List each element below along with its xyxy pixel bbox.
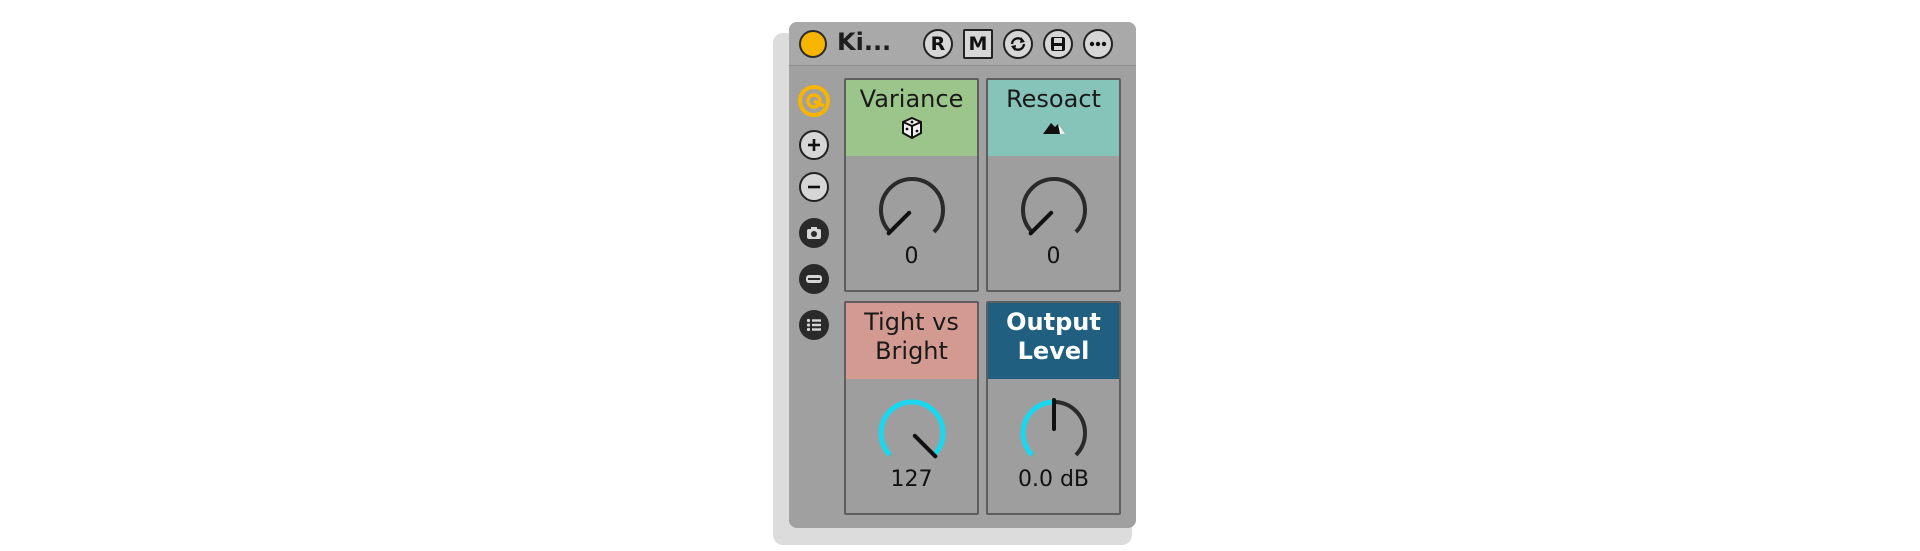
mountain-icon [1042,123,1065,134]
save-button[interactable] [1043,29,1073,59]
macro-knob-output-level[interactable] [1016,395,1092,471]
remove-macro-button[interactable] [799,172,829,202]
add-macro-button[interactable] [799,130,829,160]
dice-icon [901,116,922,140]
macro-panel-variance: Variance 0 [844,78,979,292]
device-power-button[interactable] [799,30,827,58]
macro-value: 127 [890,467,933,492]
macro-panel-output-level: Output Level 0.0 dB [986,301,1121,515]
variations-button[interactable] [799,310,829,340]
macro-label: Variance [859,85,964,113]
macro-value: 0 [904,244,919,269]
macro-header: Output Level [988,303,1119,379]
camera-icon [807,227,821,239]
device-title-bar[interactable]: Ki... R M [789,22,1136,66]
macro-panel-tight-vs-bright: Tight vs Bright 127 [844,301,979,515]
rack-device: Ki... R M Variance 0 Resoact 0 Tight vs … [789,22,1136,528]
plus-icon [808,139,820,151]
knob-track [1021,177,1087,234]
mute-m-button[interactable]: M [963,29,993,59]
macro-header: Variance [846,80,977,156]
refresh-button[interactable] [1003,29,1033,59]
snapshot-button[interactable] [799,218,829,248]
randomize-button[interactable] [799,264,829,294]
knob-value-arc [1020,399,1055,457]
macro-header: Resoact [988,80,1119,156]
knob-pointer [1028,210,1054,236]
refresh-icon [1010,37,1026,51]
macro-header: Tight vs Bright [846,303,977,379]
macro-value: 0.0 dB [1017,467,1090,492]
record-r-icon: R [930,33,946,55]
macro-map-button[interactable] [797,84,831,118]
macro-knob-resoact[interactable] [1016,172,1092,248]
list-icon [806,318,821,332]
knob-pointer [886,210,912,236]
macro-knob-tight-vs-bright[interactable] [874,395,950,471]
save-icon [1051,37,1065,51]
mute-m-icon: M [968,33,988,55]
more-icon [1089,41,1107,47]
randomize-icon [806,275,822,283]
macro-label: Resoact [1006,85,1101,113]
knob-value-arc [878,399,946,457]
macro-panel-resoact: Resoact 0 [986,78,1121,292]
minus-icon [808,185,820,189]
macro-value: 0 [1046,244,1061,269]
knob-track [879,177,945,234]
more-options-button[interactable] [1083,29,1113,59]
macro-label: Output Level [1006,308,1101,365]
macro-knob-variance[interactable] [874,172,950,248]
device-title[interactable]: Ki... [837,28,891,56]
macro-power-icon [798,85,830,117]
macro-label: Tight vs Bright [864,308,959,365]
record-r-button[interactable]: R [923,29,953,59]
knob-pointer [912,433,938,459]
rack-sidebar [789,66,839,528]
